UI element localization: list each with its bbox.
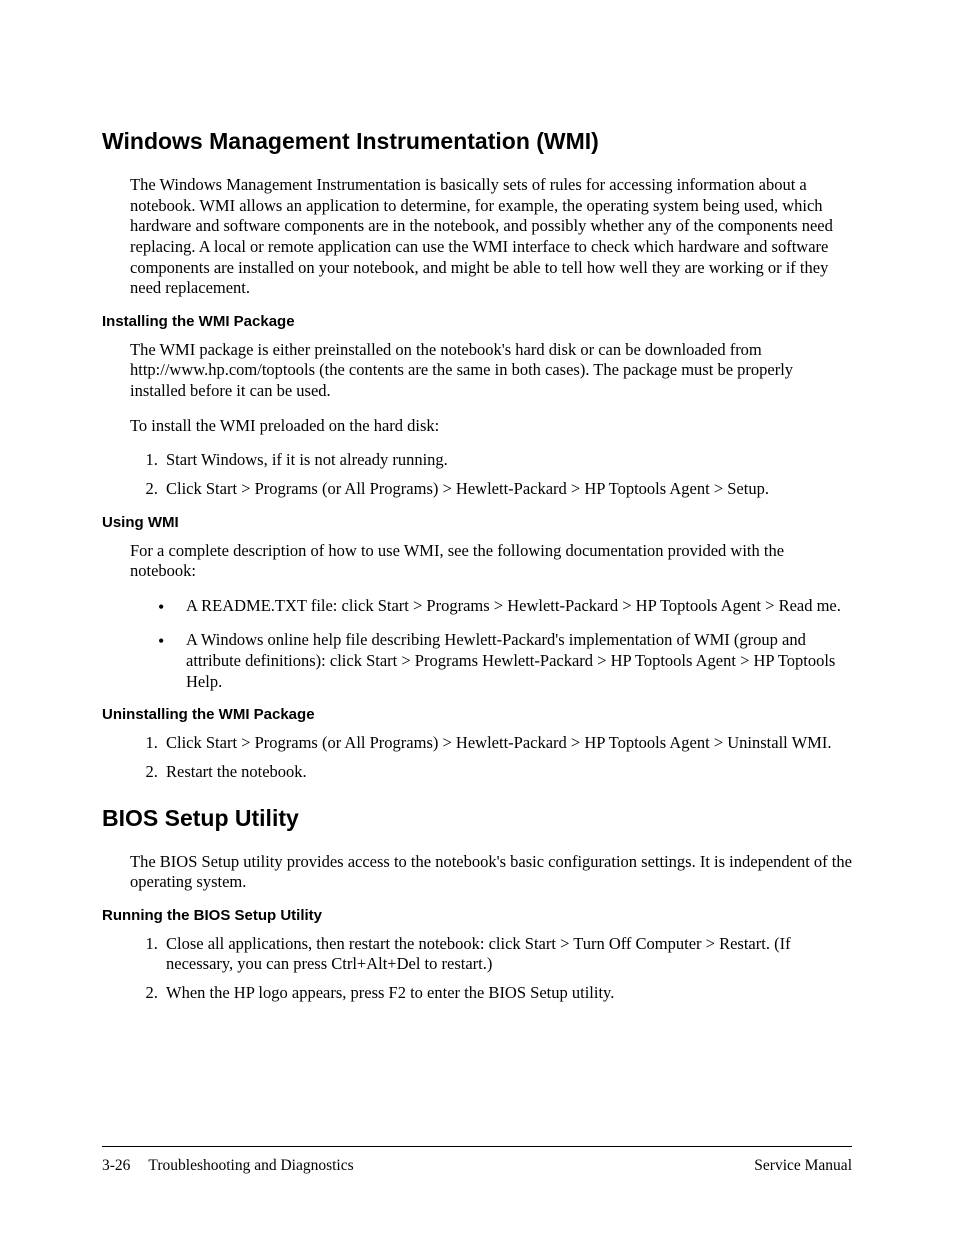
footer-section-name: Troubleshooting and Diagnostics: [148, 1157, 353, 1175]
list-item: Click Start > Programs (or All Programs)…: [162, 479, 852, 500]
using-wmi-heading: Using WMI: [102, 514, 852, 531]
section-heading-bios: BIOS Setup Utility: [102, 805, 852, 832]
install-wmi-heading: Installing the WMI Package: [102, 313, 852, 330]
list-item: Restart the notebook.: [162, 762, 852, 783]
list-item: Start Windows, if it is not already runn…: [162, 450, 852, 471]
running-bios-steps: Close all applications, then restart the…: [162, 934, 852, 1004]
using-wmi-bullets: A README.TXT file: click Start > Program…: [158, 596, 852, 693]
install-wmi-p2: To install the WMI preloaded on the hard…: [130, 416, 852, 437]
list-item: A README.TXT file: click Start > Program…: [158, 596, 852, 617]
list-item: When the HP logo appears, press F2 to en…: [162, 983, 852, 1004]
using-wmi-p1: For a complete description of how to use…: [130, 541, 852, 582]
footer-page-number: 3-26: [102, 1157, 130, 1175]
list-item: Click Start > Programs (or All Programs)…: [162, 733, 852, 754]
running-bios-heading: Running the BIOS Setup Utility: [102, 907, 852, 924]
page-footer: 3-26 Troubleshooting and Diagnostics Ser…: [102, 1146, 852, 1175]
list-item: A Windows online help file describing He…: [158, 630, 852, 692]
footer-doc-name: Service Manual: [754, 1157, 852, 1175]
list-item: Close all applications, then restart the…: [162, 934, 852, 975]
section-heading-wmi: Windows Management Instrumentation (WMI): [102, 128, 852, 155]
uninstall-wmi-heading: Uninstalling the WMI Package: [102, 706, 852, 723]
bios-intro-paragraph: The BIOS Setup utility provides access t…: [130, 852, 852, 893]
install-wmi-steps: Start Windows, if it is not already runn…: [162, 450, 852, 499]
install-wmi-p1: The WMI package is either preinstalled o…: [130, 340, 852, 402]
wmi-intro-paragraph: The Windows Management Instrumentation i…: [130, 175, 852, 299]
uninstall-wmi-steps: Click Start > Programs (or All Programs)…: [162, 733, 852, 782]
